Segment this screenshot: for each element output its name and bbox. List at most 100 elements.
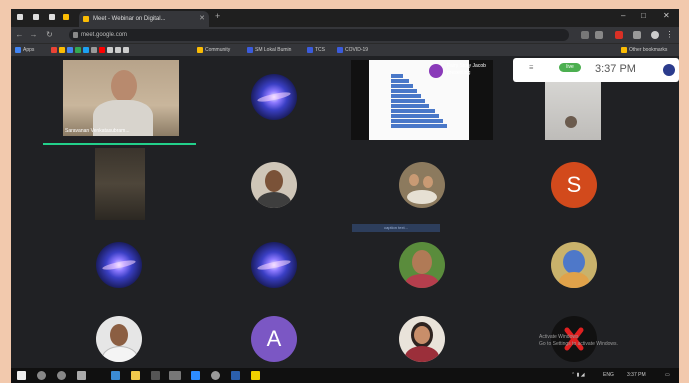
tab-strip-icon[interactable] — [33, 14, 39, 20]
bookmark-community[interactable]: Community — [197, 46, 230, 54]
bookmark-icon — [307, 46, 313, 53]
bookmark-covid[interactable]: COVID-19 — [337, 46, 368, 54]
windows-taskbar: ⌃ ▮ ◢ ENG 3:37 PM ▭ — [11, 368, 679, 383]
tab-strip-icon-2[interactable] — [49, 14, 55, 20]
apps-icon — [15, 46, 21, 53]
live-chip: live — [559, 63, 581, 72]
presentation-video — [351, 60, 493, 140]
tab-strip-icon-3[interactable] — [63, 14, 69, 20]
zoom-icon[interactable] — [191, 371, 200, 380]
notification-center-icon[interactable]: ▭ — [665, 372, 670, 378]
maximize-button[interactable]: □ — [641, 11, 646, 20]
presenter-name: Fairy Story Jacob — [447, 63, 486, 69]
participant-tile[interactable]: S — [511, 148, 661, 224]
participant-avatar — [251, 162, 297, 208]
caption-bar: caption text... — [352, 224, 440, 232]
search-icon[interactable] — [37, 371, 46, 380]
clock[interactable]: 3:37 PM — [627, 372, 646, 378]
participant-avatar — [399, 162, 445, 208]
participant-tile[interactable] — [43, 228, 193, 304]
camera-icon[interactable] — [581, 31, 589, 39]
bookmarks-bar: Apps Community SM Lokal Bumin TCS COVID-… — [11, 43, 679, 56]
activate-windows-watermark: Activate Windows Go to Settings to activ… — [539, 334, 618, 347]
participant-tile-presentation[interactable]: Fairy Story Jacob presenting — [347, 60, 497, 140]
extension-icon-2[interactable] — [633, 31, 641, 39]
bookmark-other[interactable]: Other bookmarks — [621, 46, 667, 54]
task-view-icon[interactable] — [77, 371, 86, 380]
participant-video — [545, 80, 601, 140]
close-window-button[interactable]: ✕ — [663, 11, 670, 20]
forward-icon[interactable]: → — [29, 30, 38, 39]
file-explorer-icon[interactable] — [131, 371, 140, 380]
word-icon[interactable] — [231, 371, 240, 380]
store-icon[interactable] — [151, 371, 160, 380]
meet-grid: Saravanan Venkatasubram... Fairy Story J… — [11, 56, 679, 368]
participant-avatar — [251, 74, 297, 120]
participant-name: Saravanan Venkatasubram... — [65, 128, 130, 134]
bookmark-sm[interactable]: SM Lokal Bumin — [247, 46, 291, 54]
profile-avatar-icon[interactable] — [651, 31, 659, 39]
edge-icon[interactable] — [111, 371, 120, 380]
meeting-notification[interactable]: ☰ live 3:37 PM — [513, 58, 679, 82]
presenter-avatar-icon — [429, 64, 443, 78]
participant-tile[interactable] — [43, 302, 193, 378]
account-avatar-icon — [663, 64, 675, 76]
participant-avatar — [96, 242, 142, 288]
bookmark-icons-group[interactable] — [51, 46, 131, 54]
star-icon[interactable] — [595, 31, 603, 39]
participant-avatar — [251, 242, 297, 288]
participant-tile[interactable] — [43, 148, 193, 224]
participant-tile[interactable] — [347, 228, 497, 304]
participant-tile[interactable] — [347, 148, 497, 224]
participant-avatar — [96, 316, 142, 362]
participant-avatar — [399, 242, 445, 288]
presentation-chart-icon — [369, 60, 469, 140]
folder-icon — [197, 46, 203, 53]
reload-icon[interactable]: ↻ — [45, 30, 54, 39]
participant-tile[interactable] — [198, 148, 348, 224]
participant-avatar-letter: A — [251, 316, 297, 362]
browser-toolbar: ← → ↻ meet.google.com ⋮ — [11, 27, 679, 43]
participant-tile[interactable]: Saravanan Venkatasubram... — [43, 60, 193, 136]
close-tab-icon[interactable]: ✕ — [199, 11, 205, 27]
lock-icon — [73, 32, 78, 38]
participant-tile[interactable] — [511, 228, 661, 304]
bookmark-apps[interactable]: Apps — [15, 46, 34, 54]
presenting-label: presenting — [447, 70, 471, 76]
notification-icon: ☰ — [529, 65, 534, 71]
minimize-button[interactable]: – — [621, 11, 625, 20]
participant-video-dim — [95, 148, 145, 220]
participant-avatar — [551, 242, 597, 288]
app-menu-icon[interactable] — [17, 14, 23, 20]
bookmark-icon — [337, 46, 343, 53]
windows-start-icon[interactable] — [17, 371, 26, 380]
participant-avatar — [399, 316, 445, 362]
folder-icon — [621, 46, 627, 53]
new-tab-button[interactable]: + — [215, 11, 220, 21]
participant-tile[interactable] — [198, 60, 348, 136]
participant-tile[interactable] — [198, 228, 348, 304]
tab-title: Meet - Webinar on Digital... — [93, 16, 166, 22]
speaking-indicator — [43, 143, 196, 145]
extension-icon[interactable] — [615, 31, 623, 39]
bookmark-tcs[interactable]: TCS — [307, 46, 325, 54]
tab-meet[interactable]: Meet - Webinar on Digital... ✕ — [79, 11, 209, 27]
address-bar[interactable]: meet.google.com — [69, 29, 569, 41]
cortana-icon[interactable] — [57, 371, 66, 380]
notification-time: 3:37 PM — [595, 63, 636, 75]
participant-avatar-letter: S — [551, 162, 597, 208]
tray-icons[interactable]: ⌃ ▮ ◢ — [571, 372, 585, 378]
taskbar-app-icon[interactable] — [169, 371, 181, 380]
chrome-icon[interactable] — [211, 371, 220, 380]
meet-favicon-icon — [83, 16, 89, 22]
participant-tile[interactable]: A — [198, 302, 348, 378]
participant-video: Saravanan Venkatasubram... — [63, 60, 179, 136]
participant-tile[interactable] — [347, 302, 497, 378]
sticky-notes-icon[interactable] — [251, 371, 260, 380]
bookmark-icon — [247, 46, 253, 53]
more-menu-icon[interactable]: ⋮ — [665, 30, 674, 39]
browser-tab-bar: Meet - Webinar on Digital... ✕ + – □ ✕ — [11, 9, 679, 27]
url-text: meet.google.com — [81, 32, 128, 38]
back-icon[interactable]: ← — [15, 30, 24, 39]
language-indicator[interactable]: ENG — [603, 372, 614, 378]
